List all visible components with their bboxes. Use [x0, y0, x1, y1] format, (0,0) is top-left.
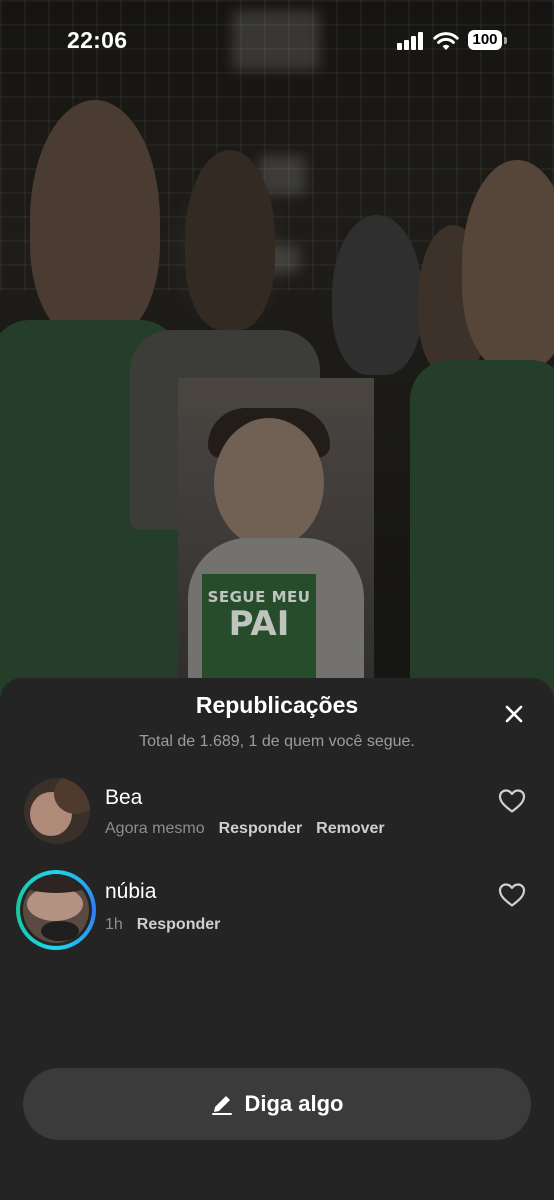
user-name[interactable]: Bea — [105, 786, 142, 810]
reposts-sheet: Republicações Total de 1.689, 1 de quem … — [0, 678, 554, 1200]
say-something-label: Diga algo — [244, 1091, 344, 1116]
remove-button[interactable]: Remover — [316, 820, 384, 837]
reply-button[interactable]: Responder — [137, 916, 221, 933]
item-meta: Agora mesmo Responder Remover — [105, 820, 385, 838]
story-ring[interactable] — [16, 870, 96, 950]
avatar[interactable] — [24, 778, 90, 844]
status-bar: 22:06 100 — [0, 0, 554, 82]
user-name[interactable]: núbia — [105, 880, 156, 904]
battery-level: 100 — [468, 30, 502, 50]
item-time: Agora mesmo — [105, 820, 205, 837]
sheet-title: Republicações — [195, 692, 359, 718]
list-item[interactable]: Bea Agora mesmo Responder Remover — [0, 778, 554, 858]
wifi-icon — [433, 32, 459, 50]
reply-button[interactable]: Responder — [219, 820, 303, 837]
battery-icon: 100 — [468, 30, 508, 52]
cellular-signal-icon — [397, 32, 425, 50]
say-something-button[interactable]: Diga algo — [23, 1068, 531, 1140]
close-icon[interactable] — [500, 700, 528, 728]
video-dim-overlay — [0, 0, 554, 700]
video-background: SEGUE MEU PAI — [0, 0, 554, 700]
avatar[interactable] — [23, 877, 89, 943]
pencil-icon — [212, 1096, 233, 1115]
list-item[interactable]: núbia 1h Responder — [0, 870, 554, 950]
heart-icon[interactable] — [498, 788, 526, 814]
item-meta: 1h Responder — [105, 916, 220, 934]
item-time: 1h — [105, 916, 123, 933]
heart-icon[interactable] — [498, 882, 526, 908]
status-time: 22:06 — [67, 27, 128, 53]
sheet-subtitle: Total de 1.689, 1 de quem você segue. — [139, 733, 415, 750]
